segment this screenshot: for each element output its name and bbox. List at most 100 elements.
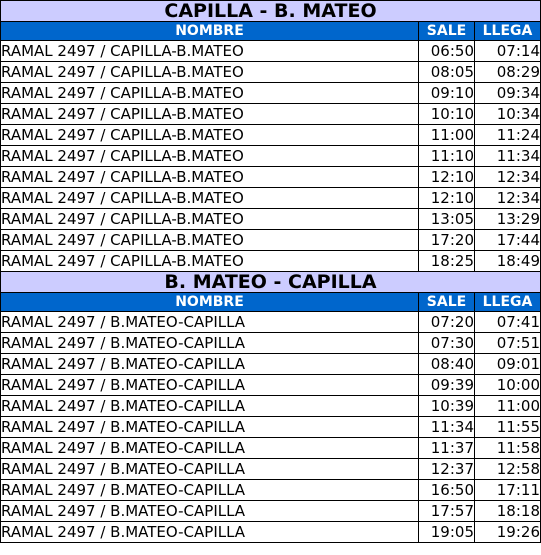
column-header-name: NOMBRE bbox=[0, 292, 419, 312]
departure-time-cell: 08:05 bbox=[418, 61, 475, 83]
table-row: RAMAL 2497 / CAPILLA-B.MATEO 11:10 11:34 bbox=[0, 145, 541, 167]
route-name-cell: RAMAL 2497 / B.MATEO-CAPILLA bbox=[0, 521, 419, 543]
column-header-llega: LLEGA bbox=[474, 292, 541, 312]
departure-time-cell: 12:37 bbox=[418, 458, 475, 480]
arrival-time-cell: 13:29 bbox=[474, 208, 541, 230]
arrival-time-cell: 18:18 bbox=[474, 500, 541, 522]
table-row: RAMAL 2497 / CAPILLA-B.MATEO 18:25 18:49 bbox=[0, 250, 541, 272]
arrival-time-cell: 11:34 bbox=[474, 145, 541, 167]
route-name-cell: RAMAL 2497 / B.MATEO-CAPILLA bbox=[0, 479, 419, 501]
departure-time-cell: 07:20 bbox=[418, 311, 475, 333]
arrival-time-cell: 17:44 bbox=[474, 229, 541, 251]
arrival-time-cell: 17:11 bbox=[474, 479, 541, 501]
departure-time-cell: 13:05 bbox=[418, 208, 475, 230]
route-name-cell: RAMAL 2497 / B.MATEO-CAPILLA bbox=[0, 437, 419, 459]
departure-time-cell: 16:50 bbox=[418, 479, 475, 501]
departure-time-cell: 11:34 bbox=[418, 416, 475, 438]
table-row: RAMAL 2497 / B.MATEO-CAPILLA 10:39 11:00 bbox=[0, 395, 541, 417]
table-row: RAMAL 2497 / CAPILLA-B.MATEO 09:10 09:34 bbox=[0, 82, 541, 104]
route-name-cell: RAMAL 2497 / B.MATEO-CAPILLA bbox=[0, 311, 419, 333]
route-name-cell: RAMAL 2497 / CAPILLA-B.MATEO bbox=[0, 145, 419, 167]
arrival-time-cell: 19:26 bbox=[474, 521, 541, 543]
column-header-llega: LLEGA bbox=[474, 21, 541, 41]
arrival-time-cell: 07:14 bbox=[474, 40, 541, 62]
route-name-cell: RAMAL 2497 / CAPILLA-B.MATEO bbox=[0, 40, 419, 62]
table-row: RAMAL 2497 / CAPILLA-B.MATEO 13:05 13:29 bbox=[0, 208, 541, 230]
table-row: RAMAL 2497 / B.MATEO-CAPILLA 17:57 18:18 bbox=[0, 500, 541, 522]
departure-time-cell: 12:10 bbox=[418, 187, 475, 209]
arrival-time-cell: 11:24 bbox=[474, 124, 541, 146]
schedule-body: CAPILLA - B. MATEO NOMBRE SALE LLEGA RAMAL 2… bbox=[0, 0, 541, 543]
section-title-row: CAPILLA - B. MATEO bbox=[0, 0, 541, 22]
departure-time-cell: 08:40 bbox=[418, 353, 475, 375]
section-title-row: B. MATEO - CAPILLA bbox=[0, 271, 541, 293]
table-row: RAMAL 2497 / CAPILLA-B.MATEO 08:05 08:29 bbox=[0, 61, 541, 83]
section-title: CAPILLA - B. MATEO bbox=[0, 0, 541, 22]
table-row: RAMAL 2497 / B.MATEO-CAPILLA 09:39 10:00 bbox=[0, 374, 541, 396]
route-name-cell: RAMAL 2497 / CAPILLA-B.MATEO bbox=[0, 103, 419, 125]
table-row: RAMAL 2497 / CAPILLA-B.MATEO 10:10 10:34 bbox=[0, 103, 541, 125]
section-title: B. MATEO - CAPILLA bbox=[0, 271, 541, 293]
route-name-cell: RAMAL 2497 / CAPILLA-B.MATEO bbox=[0, 229, 419, 251]
departure-time-cell: 11:10 bbox=[418, 145, 475, 167]
route-name-cell: RAMAL 2497 / CAPILLA-B.MATEO bbox=[0, 124, 419, 146]
column-header-row: NOMBRE SALE LLEGA bbox=[0, 21, 541, 41]
arrival-time-cell: 11:58 bbox=[474, 437, 541, 459]
route-name-cell: RAMAL 2497 / B.MATEO-CAPILLA bbox=[0, 458, 419, 480]
departure-time-cell: 11:00 bbox=[418, 124, 475, 146]
arrival-time-cell: 12:58 bbox=[474, 458, 541, 480]
arrival-time-cell: 07:51 bbox=[474, 332, 541, 354]
departure-time-cell: 10:10 bbox=[418, 103, 475, 125]
route-name-cell: RAMAL 2497 / CAPILLA-B.MATEO bbox=[0, 82, 419, 104]
arrival-time-cell: 10:34 bbox=[474, 103, 541, 125]
route-name-cell: RAMAL 2497 / CAPILLA-B.MATEO bbox=[0, 61, 419, 83]
column-header-sale: SALE bbox=[418, 292, 475, 312]
arrival-time-cell: 12:34 bbox=[474, 166, 541, 188]
route-name-cell: RAMAL 2497 / B.MATEO-CAPILLA bbox=[0, 500, 419, 522]
table-row: RAMAL 2497 / B.MATEO-CAPILLA 11:34 11:55 bbox=[0, 416, 541, 438]
route-name-cell: RAMAL 2497 / CAPILLA-B.MATEO bbox=[0, 250, 419, 272]
route-name-cell: RAMAL 2497 / CAPILLA-B.MATEO bbox=[0, 166, 419, 188]
route-name-cell: RAMAL 2497 / B.MATEO-CAPILLA bbox=[0, 416, 419, 438]
table-row: RAMAL 2497 / CAPILLA-B.MATEO 11:00 11:24 bbox=[0, 124, 541, 146]
departure-time-cell: 17:57 bbox=[418, 500, 475, 522]
arrival-time-cell: 11:00 bbox=[474, 395, 541, 417]
departure-time-cell: 18:25 bbox=[418, 250, 475, 272]
departure-time-cell: 10:39 bbox=[418, 395, 475, 417]
table-row: RAMAL 2497 / B.MATEO-CAPILLA 16:50 17:11 bbox=[0, 479, 541, 501]
table-row: RAMAL 2497 / B.MATEO-CAPILLA 07:30 07:51 bbox=[0, 332, 541, 354]
departure-time-cell: 09:39 bbox=[418, 374, 475, 396]
departure-time-cell: 11:37 bbox=[418, 437, 475, 459]
arrival-time-cell: 11:55 bbox=[474, 416, 541, 438]
arrival-time-cell: 18:49 bbox=[474, 250, 541, 272]
table-row: RAMAL 2497 / B.MATEO-CAPILLA 08:40 09:01 bbox=[0, 353, 541, 375]
table-row: RAMAL 2497 / CAPILLA-B.MATEO 06:50 07:14 bbox=[0, 40, 541, 62]
schedule-table: CAPILLA - B. MATEO NOMBRE SALE LLEGA RAMAL 2… bbox=[0, 0, 541, 543]
table-row: RAMAL 2497 / B.MATEO-CAPILLA 12:37 12:58 bbox=[0, 458, 541, 480]
table-row: RAMAL 2497 / CAPILLA-B.MATEO 12:10 12:34 bbox=[0, 187, 541, 209]
arrival-time-cell: 07:41 bbox=[474, 311, 541, 333]
arrival-time-cell: 10:00 bbox=[474, 374, 541, 396]
route-name-cell: RAMAL 2497 / B.MATEO-CAPILLA bbox=[0, 332, 419, 354]
departure-time-cell: 06:50 bbox=[418, 40, 475, 62]
route-name-cell: RAMAL 2497 / B.MATEO-CAPILLA bbox=[0, 353, 419, 375]
table-row: RAMAL 2497 / B.MATEO-CAPILLA 07:20 07:41 bbox=[0, 311, 541, 333]
route-name-cell: RAMAL 2497 / CAPILLA-B.MATEO bbox=[0, 208, 419, 230]
departure-time-cell: 19:05 bbox=[418, 521, 475, 543]
arrival-time-cell: 09:34 bbox=[474, 82, 541, 104]
departure-time-cell: 12:10 bbox=[418, 166, 475, 188]
table-row: RAMAL 2497 / CAPILLA-B.MATEO 12:10 12:34 bbox=[0, 166, 541, 188]
table-row: RAMAL 2497 / B.MATEO-CAPILLA 19:05 19:26 bbox=[0, 521, 541, 543]
departure-time-cell: 07:30 bbox=[418, 332, 475, 354]
departure-time-cell: 09:10 bbox=[418, 82, 475, 104]
table-row: RAMAL 2497 / CAPILLA-B.MATEO 17:20 17:44 bbox=[0, 229, 541, 251]
column-header-row: NOMBRE SALE LLEGA bbox=[0, 292, 541, 312]
route-name-cell: RAMAL 2497 / B.MATEO-CAPILLA bbox=[0, 395, 419, 417]
column-header-sale: SALE bbox=[418, 21, 475, 41]
column-header-name: NOMBRE bbox=[0, 21, 419, 41]
arrival-time-cell: 09:01 bbox=[474, 353, 541, 375]
departure-time-cell: 17:20 bbox=[418, 229, 475, 251]
table-row: RAMAL 2497 / B.MATEO-CAPILLA 11:37 11:58 bbox=[0, 437, 541, 459]
route-name-cell: RAMAL 2497 / CAPILLA-B.MATEO bbox=[0, 187, 419, 209]
route-name-cell: RAMAL 2497 / B.MATEO-CAPILLA bbox=[0, 374, 419, 396]
